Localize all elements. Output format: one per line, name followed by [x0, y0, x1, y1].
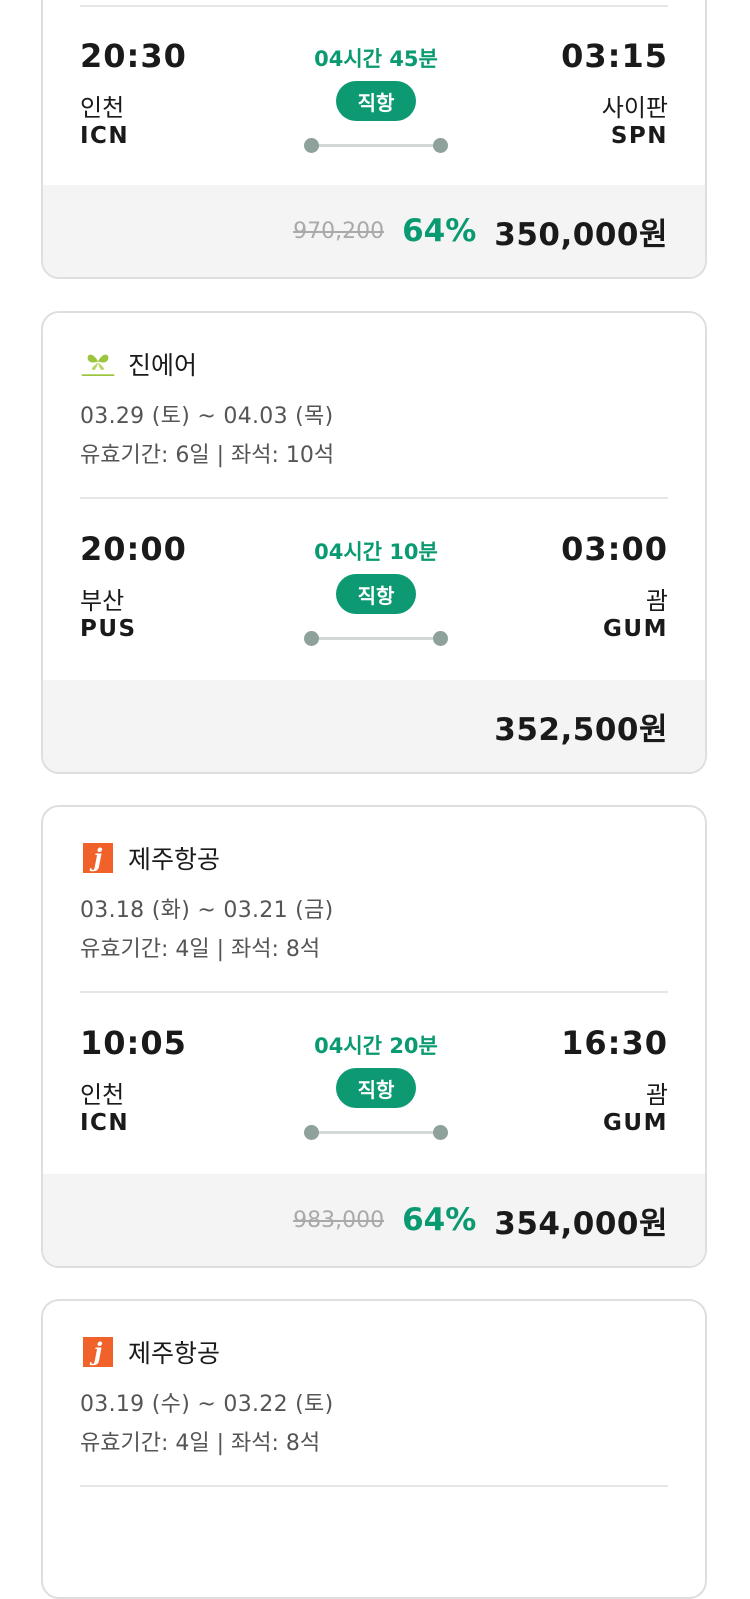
original-price: 970,200 — [293, 218, 385, 244]
card-divider — [80, 1485, 668, 1487]
discount-rate: 64% — [402, 1202, 477, 1238]
route-start-dot — [304, 138, 319, 153]
arrival-city: 괌 — [645, 1081, 668, 1109]
final-price: 354,000원 — [494, 1205, 668, 1242]
card-divider — [80, 991, 668, 993]
jejuair-logo-icon: j — [80, 841, 116, 875]
direct-flight-badge: 직항 — [336, 1068, 416, 1108]
route-end-dot — [433, 1125, 448, 1140]
flight-card[interactable]: j 제주항공 03.19 (수) ~ 03.22 (토) 유효기간: 4일 | … — [41, 1299, 707, 1599]
route-end-dot — [433, 138, 448, 153]
route-line — [311, 637, 441, 640]
travel-dates: 03.29 (토) ~ 04.03 (목) — [80, 404, 334, 429]
arrival-code: SPN — [610, 123, 668, 149]
flight-card[interactable]: 진에어 03.29 (토) ~ 04.03 (목) 유효기간: 6일 | 좌석:… — [41, 311, 707, 774]
departure-code: PUS — [80, 616, 137, 642]
card-divider — [80, 497, 668, 499]
final-price: 350,000원 — [494, 216, 668, 253]
direct-flight-badge: 직항 — [336, 81, 416, 121]
airline-row: 진에어 — [80, 346, 197, 382]
arrival-city: 사이판 — [601, 94, 668, 122]
validity-seats: 유효기간: 4일 | 좌석: 8석 — [80, 1431, 321, 1456]
flight-card[interactable]: 20:30 인천 ICN 04시간 45분 직항 03:15 사이판 SPN 9… — [41, 0, 707, 279]
original-price: 983,000 — [293, 1207, 385, 1233]
travel-dates: 03.19 (수) ~ 03.22 (토) — [80, 1392, 334, 1417]
final-price: 352,500원 — [494, 711, 668, 748]
departure-city: 인천 — [80, 94, 125, 122]
arrival-city: 괌 — [645, 587, 668, 615]
direct-flight-badge: 직항 — [336, 574, 416, 614]
departure-city: 인천 — [80, 1081, 125, 1109]
departure-code: ICN — [80, 123, 130, 149]
price-bar: 970,200 64% 350,000원 — [43, 185, 705, 277]
airline-row: j 제주항공 — [80, 840, 220, 876]
route-start-dot — [304, 1125, 319, 1140]
travel-dates: 03.18 (화) ~ 03.21 (금) — [80, 898, 334, 923]
price-bar: 352,500원 — [43, 680, 705, 772]
jejuair-logo-icon: j — [80, 1335, 116, 1369]
departure-city: 부산 — [80, 587, 125, 615]
jinair-logo-icon — [80, 347, 116, 381]
arrival-code: GUM — [603, 616, 668, 642]
validity-seats: 유효기간: 4일 | 좌석: 8석 — [80, 937, 321, 962]
validity-seats: 유효기간: 6일 | 좌석: 10석 — [80, 443, 335, 468]
flight-card[interactable]: j 제주항공 03.18 (화) ~ 03.21 (금) 유효기간: 4일 | … — [41, 805, 707, 1268]
arrival-time: 03:00 — [561, 530, 668, 568]
airline-name: 제주항공 — [128, 845, 221, 874]
discount-rate: 64% — [402, 213, 477, 249]
airline-name: 진에어 — [128, 351, 198, 380]
route-end-dot — [433, 631, 448, 646]
arrival-time: 03:15 — [561, 37, 668, 75]
price-bar: 983,000 64% 354,000원 — [43, 1174, 705, 1266]
airline-name: 제주항공 — [128, 1339, 221, 1368]
route-line — [311, 144, 441, 147]
departure-code: ICN — [80, 1110, 130, 1136]
arrival-code: GUM — [603, 1110, 668, 1136]
arrival-time: 16:30 — [561, 1024, 668, 1062]
airline-row: j 제주항공 — [80, 1334, 220, 1370]
card-divider — [80, 5, 668, 7]
route-start-dot — [304, 631, 319, 646]
route-line — [311, 1131, 441, 1134]
